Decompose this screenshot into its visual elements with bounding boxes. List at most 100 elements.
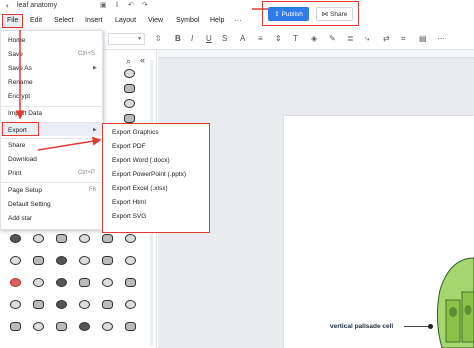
dropdown-icon[interactable]: ⇳ [155, 34, 162, 43]
shape-thumbnail[interactable] [123, 254, 138, 267]
export-graphics-item[interactable]: Export Graphics [112, 129, 159, 136]
export-powerpoint-item[interactable]: Export PowerPoint (.pptx) [112, 171, 186, 178]
menu-divider [0, 182, 103, 183]
menu-item-share[interactable]: Share [8, 142, 25, 149]
chevron-down-icon: ▾ [137, 36, 141, 42]
font-size-select[interactable]: ▾ [108, 33, 145, 45]
title-bar: ‹ leaf anatomy ▣ ⇩ ↶ ↷ [0, 0, 474, 13]
shape-thumbnail[interactable] [122, 97, 137, 110]
shape-thumbnail[interactable] [123, 276, 138, 289]
menu-help[interactable]: Help [210, 17, 224, 24]
shape-thumbnail[interactable] [31, 276, 46, 289]
callout-dot [428, 324, 433, 329]
redo-icon[interactable]: ↷ [142, 1, 148, 9]
bold-icon[interactable]: B [175, 34, 181, 43]
callout-label[interactable]: vertical palisade cell [330, 323, 393, 330]
line-spacing-icon[interactable]: ⇕ [275, 34, 282, 43]
chevron-right-icon: ▶ [93, 65, 97, 71]
strikethrough-icon[interactable]: S [222, 34, 227, 43]
arrow-style-icon[interactable]: ⇄ [383, 34, 390, 43]
shape-thumbnail[interactable] [8, 276, 23, 289]
shape-thumbnail[interactable] [31, 232, 46, 245]
shape-thumbnail[interactable] [31, 254, 46, 267]
menu-item-home[interactable]: Home [8, 37, 25, 44]
font-color-icon[interactable]: A [240, 34, 245, 43]
italic-icon[interactable]: I [191, 34, 193, 43]
shape-thumbnail[interactable] [54, 232, 69, 245]
shape-thumbnail[interactable] [54, 276, 69, 289]
menu-file[interactable]: File [7, 17, 18, 24]
shape-thumbnail[interactable] [8, 254, 23, 267]
export-excel-item[interactable]: Export Excel (.xlsx) [112, 185, 168, 192]
shape-thumbnail[interactable] [77, 320, 92, 333]
undo-icon[interactable]: ↶ [128, 1, 134, 9]
save-shortcut: Ctrl+S [78, 51, 95, 57]
menu-item-add-star[interactable]: Add star [8, 215, 32, 222]
more-icon[interactable]: ⋯ [234, 16, 242, 25]
shape-thumbnail[interactable] [54, 298, 69, 311]
underline-icon[interactable]: U [206, 34, 212, 43]
shape-thumbnail[interactable] [77, 276, 92, 289]
line-style-icon[interactable]: ≣ [347, 34, 354, 43]
menu-insert[interactable]: Insert [85, 17, 103, 24]
menu-symbol[interactable]: Symbol [176, 17, 199, 24]
export-svg-item[interactable]: Export SVG [112, 213, 146, 220]
palisade-cell-illustration[interactable] [420, 250, 474, 348]
menu-item-save[interactable]: Save [8, 51, 23, 58]
export-html-item[interactable]: Export Html [112, 199, 146, 206]
shape-thumbnail[interactable] [77, 298, 92, 311]
shape-thumbnail[interactable] [123, 298, 138, 311]
share-icon: ⋈ [321, 11, 329, 18]
menu-item-import-data[interactable]: Import Data [8, 110, 42, 117]
menu-layout[interactable]: Layout [115, 17, 136, 24]
shape-thumbnail[interactable] [54, 254, 69, 267]
shape-thumbnail[interactable] [122, 82, 137, 95]
shape-thumbnail[interactable] [100, 276, 115, 289]
export-highlight-box [2, 122, 39, 136]
shape-thumbnail[interactable] [8, 298, 23, 311]
shape-thumbnail[interactable] [100, 298, 115, 311]
shape-thumbnail[interactable] [77, 254, 92, 267]
menu-divider [0, 138, 103, 139]
crop-icon[interactable]: ⌗ [401, 34, 406, 44]
format-painter-icon[interactable]: ▤ [419, 34, 427, 43]
menu-item-encrypt[interactable]: Encrypt [8, 93, 30, 100]
shape-thumbnail[interactable] [100, 232, 115, 245]
menu-item-save-as[interactable]: Save As [8, 65, 32, 72]
menu-item-default-setting[interactable]: Default Setting [8, 201, 51, 208]
document-title[interactable]: leaf anatomy [17, 2, 57, 9]
shape-thumbnail[interactable] [54, 320, 69, 333]
menu-item-download[interactable]: Download [8, 156, 37, 163]
menu-view[interactable]: View [148, 17, 163, 24]
export-pdf-item[interactable]: Export PDF [112, 143, 146, 150]
shape-thumbnail[interactable] [31, 320, 46, 333]
align-icon[interactable]: ≡ [258, 34, 263, 43]
menu-edit[interactable]: Edit [30, 17, 42, 24]
menu-select[interactable]: Select [54, 17, 73, 24]
save-icon[interactable]: ▣ [100, 1, 107, 9]
menu-item-print[interactable]: Print [8, 170, 21, 177]
shape-thumbnail[interactable] [123, 320, 138, 333]
download-icon[interactable]: ⇩ [114, 1, 120, 9]
export-word-item[interactable]: Export Word (.docx) [112, 157, 170, 164]
connector-icon[interactable]: ⤷ [365, 34, 369, 44]
shape-thumbnail[interactable] [8, 320, 23, 333]
fill-icon[interactable]: ◈ [311, 34, 317, 43]
publish-button[interactable]: ⇪ Publish [268, 7, 309, 21]
menu-item-page-setup[interactable]: Page Setup [8, 187, 42, 194]
shape-thumbnail[interactable] [123, 232, 138, 245]
line-color-icon[interactable]: ✎ [329, 34, 336, 43]
shape-thumbnail[interactable] [31, 298, 46, 311]
shape-thumbnail[interactable] [100, 320, 115, 333]
share-label: Share [330, 10, 348, 18]
publish-label: Publish [281, 10, 303, 18]
callout-line [404, 326, 430, 327]
shape-thumbnail[interactable] [77, 232, 92, 245]
text-box-icon[interactable]: T [293, 34, 298, 43]
shape-thumbnail[interactable] [100, 254, 115, 267]
share-button[interactable]: ⋈ Share [316, 7, 353, 21]
more-tools-icon[interactable]: ⋯ [437, 34, 445, 43]
shape-thumbnail[interactable] [8, 232, 23, 245]
chevron-left-icon[interactable]: ‹ [6, 1, 9, 10]
menu-item-rename[interactable]: Rename [8, 79, 33, 86]
